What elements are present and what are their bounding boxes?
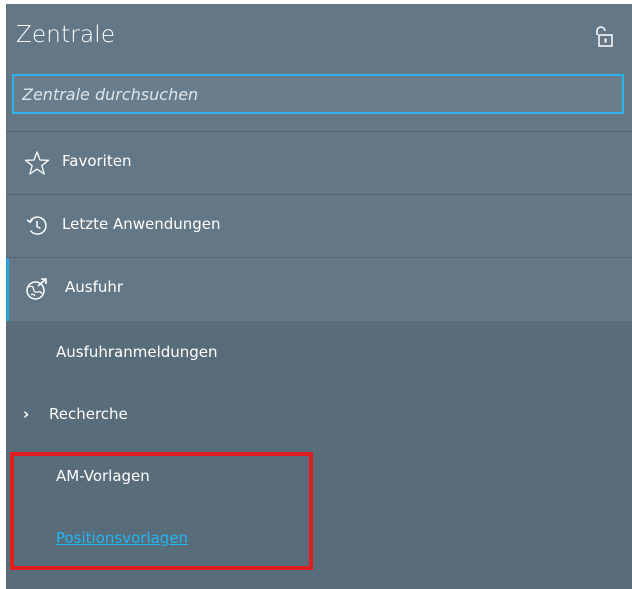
submenu-item-label: Recherche (49, 405, 128, 423)
submenu-item-recherche[interactable]: › Recherche (6, 385, 632, 447)
submenu-item-label: Ausfuhranmeldungen (56, 343, 218, 361)
menu-item-label: Ausfuhr (65, 278, 124, 296)
menu-item-favoriten[interactable]: Favoriten (6, 132, 632, 195)
search-input[interactable] (14, 76, 622, 112)
menu-item-label: Favoriten (62, 152, 132, 170)
star-icon (24, 151, 50, 175)
unlock-icon[interactable] (592, 24, 616, 48)
search-area (6, 70, 632, 132)
chevron-right-icon[interactable]: › (23, 405, 29, 423)
search-field[interactable] (12, 74, 624, 114)
history-icon (26, 216, 47, 235)
menu-item-letzte-anwendungen[interactable]: Letzte Anwendungen (6, 195, 632, 258)
submenu-item-ausfuhranmeldungen[interactable]: Ausfuhranmeldungen (6, 323, 632, 385)
panel-title: Zentrale (16, 22, 116, 48)
menu-item-label: Letzte Anwendungen (62, 215, 221, 233)
highlight-box (10, 452, 313, 570)
globe-export-icon (26, 278, 47, 300)
panel-header: Zentrale (6, 4, 632, 70)
menu-item-ausfuhr[interactable]: Ausfuhr (6, 258, 632, 321)
